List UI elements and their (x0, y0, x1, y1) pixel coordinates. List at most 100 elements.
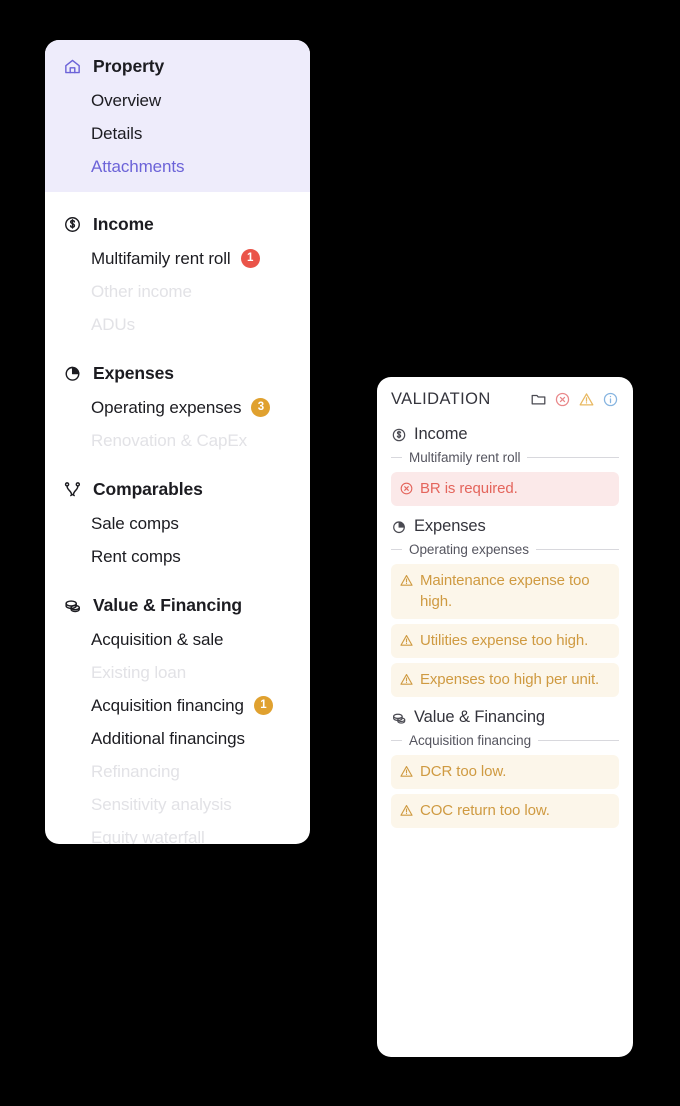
home-icon (63, 57, 82, 76)
warning-triangle-icon[interactable] (578, 391, 595, 408)
subsection-rule (527, 457, 619, 458)
nav-group-comparables: Comparables Sale comps Rent comps (45, 457, 310, 573)
nav-group-title: Income (93, 214, 154, 234)
sidebar-item-label: Details (91, 124, 143, 143)
pie-chart-icon (63, 364, 82, 383)
sidebar-item-label: Sale comps (91, 514, 179, 533)
validation-subsection: Acquisition financing (377, 730, 633, 753)
validation-title: VALIDATION (391, 390, 491, 408)
dollar-circle-icon (63, 215, 82, 234)
sidebar-item-sale-comps[interactable]: Sale comps (45, 507, 310, 540)
validation-message-text: DCR too low. (420, 763, 507, 780)
validation-message-error[interactable]: BR is required. (391, 472, 619, 506)
sidebar-item-additional-financings[interactable]: Additional financings (45, 722, 310, 755)
nav-group-property: Property Overview Details Attachments (45, 40, 310, 192)
validation-section-header: Income (377, 419, 633, 447)
validation-message-text: Expenses too high per unit. (420, 671, 600, 688)
nav-group-header[interactable]: Property (45, 40, 310, 84)
sidebar-item-label: Acquisition & sale (91, 630, 224, 649)
compare-nodes-icon (63, 480, 82, 499)
nav-group-title: Property (93, 56, 165, 76)
subsection-dash (391, 549, 402, 550)
validation-message-text: COC return too low. (420, 802, 550, 819)
sidebar-item-adus: ADUs (45, 308, 310, 341)
sidebar-item-overview[interactable]: Overview (45, 84, 310, 117)
sidebar-item-operating-expenses[interactable]: Operating expenses 3 (45, 391, 310, 424)
validation-message-warn[interactable]: Maintenance expense too high. (391, 564, 619, 619)
coins-stack-icon (63, 596, 82, 615)
sidebar-item-renovation-capex: Renovation & CapEx (45, 424, 310, 457)
validation-subsection-label: Acquisition financing (409, 733, 532, 748)
sidebar-item-label: Existing loan (91, 663, 187, 682)
sidebar-item-existing-loan: Existing loan (45, 656, 310, 689)
sidebar-item-sensitivity-analysis: Sensitivity analysis (45, 788, 310, 821)
nav-group-value-financing: Value & Financing Acquisition & sale Exist… (45, 573, 310, 844)
nav-group-header[interactable]: Value & Financing (45, 573, 310, 623)
sidebar-item-label: ADUs (91, 315, 135, 334)
sidebar-item-label: Sensitivity analysis (91, 795, 232, 814)
sidebar-item-label: Attachments (91, 157, 185, 176)
validation-filter-icons (530, 391, 619, 408)
sidebar-item-details[interactable]: Details (45, 117, 310, 150)
sidebar-item-label: Equity waterfall (91, 828, 205, 844)
warning-triangle-icon (399, 764, 414, 779)
validation-message-text: BR is required. (420, 480, 518, 497)
subsection-dash (391, 457, 402, 458)
error-circle-x-icon[interactable] (554, 391, 571, 408)
nav-group-title: Comparables (93, 479, 203, 499)
subsection-dash (391, 740, 402, 741)
sidebar-item-label: Renovation & CapEx (91, 431, 248, 450)
validation-subsection: Operating expenses (377, 539, 633, 562)
validation-subsection-label: Operating expenses (409, 542, 529, 557)
validation-message-text: Utilities expense too high. (420, 632, 589, 649)
sidebar-item-label: Overview (91, 91, 162, 110)
coins-stack-icon (391, 710, 407, 726)
subsection-rule (538, 740, 619, 741)
nav-group-title: Expenses (93, 363, 174, 383)
validation-subsection: Multifamily rent roll (377, 447, 633, 470)
sidebar-item-multifamily-rent-roll[interactable]: Multifamily rent roll 1 (45, 242, 310, 275)
validation-section-title: Income (414, 425, 468, 443)
pie-chart-icon (391, 519, 407, 535)
warning-triangle-icon (399, 672, 414, 687)
sidebar-item-acquisition-sale[interactable]: Acquisition & sale (45, 623, 310, 656)
sidebar-item-other-income: Other income (45, 275, 310, 308)
nav-group-header[interactable]: Expenses (45, 341, 310, 391)
warning-triangle-icon (399, 633, 414, 648)
validation-panel-card: VALIDATION Income Multifamily rent roll BR … (377, 377, 633, 1057)
sidebar-item-rent-comps[interactable]: Rent comps (45, 540, 310, 573)
validation-subsection-label: Multifamily rent roll (409, 450, 521, 465)
dollar-circle-icon (391, 427, 407, 443)
validation-message-warn[interactable]: Utilities expense too high. (391, 624, 619, 658)
sidebar-item-label: Operating expenses (91, 398, 242, 417)
sidebar-item-label: Multifamily rent roll (91, 249, 231, 268)
validation-header: VALIDATION (377, 377, 633, 419)
sidebar-item-badge: 1 (253, 696, 273, 715)
nav-group-title: Value & Financing (93, 595, 243, 615)
validation-section-title: Value & Financing (414, 708, 545, 726)
sidebar-item-attachments[interactable]: Attachments (45, 150, 310, 183)
validation-section-title: Expenses (414, 517, 486, 535)
validation-message-warn[interactable]: COC return too low. (391, 794, 619, 828)
sidebar-item-badge: 1 (240, 249, 260, 268)
sidebar-item-label: Other income (91, 282, 192, 301)
sidebar-item-label: Rent comps (91, 547, 181, 566)
validation-message-text: Maintenance expense too high. (420, 572, 590, 610)
subsection-rule (535, 549, 619, 550)
nav-group-header[interactable]: Comparables (45, 457, 310, 507)
sidebar-item-label: Refinancing (91, 762, 180, 781)
sidebar-item-badge: 3 (251, 398, 271, 417)
folder-icon[interactable] (530, 391, 547, 408)
validation-message-warn[interactable]: Expenses too high per unit. (391, 663, 619, 697)
sidebar-item-acquisition-financing[interactable]: Acquisition financing 1 (45, 689, 310, 722)
sidebar-navigation-card: Property Overview Details Attachments Income… (45, 40, 310, 844)
warning-triangle-icon (399, 573, 414, 588)
nav-group-header[interactable]: Income (45, 192, 310, 242)
nav-group-expenses: Expenses Operating expenses 3 Renovation & … (45, 341, 310, 457)
error-circle-x-icon (399, 481, 414, 496)
validation-section-header: Value & Financing (377, 702, 633, 730)
validation-message-warn[interactable]: DCR too low. (391, 755, 619, 789)
info-circle-icon[interactable] (602, 391, 619, 408)
validation-section-header: Expenses (377, 511, 633, 539)
sidebar-item-equity-waterfall: Equity waterfall (45, 821, 310, 844)
